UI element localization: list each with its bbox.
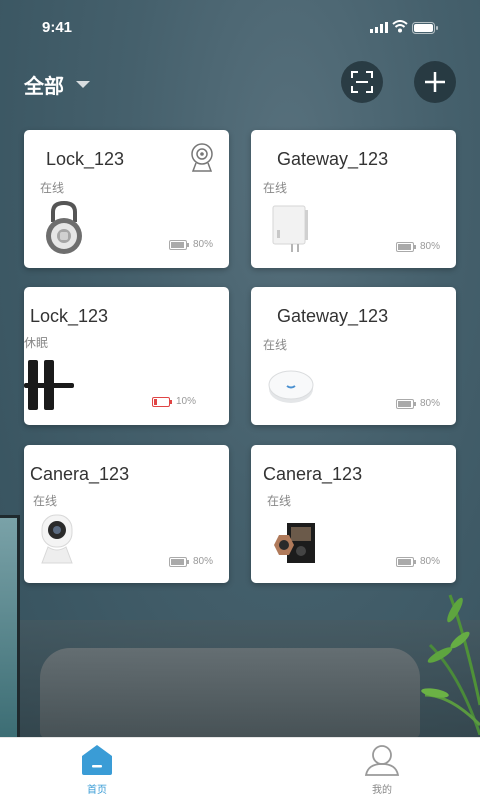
device-card[interactable]: Canera_123 在线 80% <box>24 445 229 583</box>
battery-percent: 80% <box>192 556 213 567</box>
battery-indicator: 80% <box>395 556 440 567</box>
battery-icon <box>395 241 416 252</box>
camera-icon <box>41 514 73 564</box>
device-card[interactable]: Canera_123 在线 80% <box>251 445 456 583</box>
gateway-plug-icon <box>272 205 308 252</box>
add-device-button[interactable] <box>414 61 456 103</box>
device-status: 在线 <box>263 181 288 195</box>
bottom-tab-bar: 首页 我的 <box>0 737 480 800</box>
device-card[interactable]: Gateway_123 在线 80% <box>251 287 456 425</box>
battery-percent: 80% <box>419 556 440 567</box>
battery-indicator: 10% <box>151 396 196 407</box>
filter-label: 全部 <box>24 76 64 98</box>
device-card[interactable]: Lock_123 休眠 10% <box>24 287 229 425</box>
tab-mine[interactable]: 我的 <box>352 744 412 796</box>
device-name: Gateway_123 <box>277 306 389 326</box>
caret-down-icon <box>76 81 90 88</box>
tab-home[interactable]: 首页 <box>67 744 127 796</box>
battery-indicator: 80% <box>395 398 440 409</box>
tab-home-label: 首页 <box>87 785 107 796</box>
scan-icon <box>351 71 373 93</box>
device-name: Lock_123 <box>46 149 125 169</box>
battery-icon <box>168 556 189 567</box>
background-plant <box>421 594 480 735</box>
battery-icon <box>395 556 416 567</box>
device-status: 休眠 <box>24 336 49 350</box>
device-name: Lock_123 <box>30 306 109 326</box>
battery-icon <box>168 239 189 250</box>
scan-button[interactable] <box>341 61 383 103</box>
device-card[interactable]: Lock_123 在线 80% <box>24 130 229 268</box>
battery-percent: 80% <box>419 398 440 409</box>
background-picture-frame <box>0 515 20 741</box>
battery-low-icon <box>151 396 172 407</box>
device-status: 在线 <box>40 181 65 195</box>
home-icon <box>82 745 112 775</box>
device-name: Canera_123 <box>263 464 363 484</box>
webcam-icon <box>191 143 213 172</box>
battery-indicator: 80% <box>168 556 213 567</box>
device-status: 在线 <box>33 494 58 508</box>
battery-percent: 80% <box>419 241 440 252</box>
battery-status-icon <box>412 22 438 34</box>
tab-mine-label: 我的 <box>372 785 392 796</box>
status-bar: 9:41 <box>0 0 480 56</box>
device-status: 在线 <box>267 494 292 508</box>
door-lock-icon <box>24 360 74 410</box>
battery-percent: 80% <box>192 239 213 250</box>
battery-icon <box>395 398 416 409</box>
doorbell-camera-icon <box>274 523 315 563</box>
device-card[interactable]: Gateway_123 在线 80% <box>251 130 456 268</box>
device-name: Canera_123 <box>30 464 130 484</box>
background-sofa <box>40 648 420 738</box>
device-filter-dropdown[interactable]: 全部 <box>24 70 90 99</box>
device-status: 在线 <box>263 338 288 352</box>
user-icon <box>364 745 400 776</box>
cellular-signal-icon <box>370 22 388 33</box>
padlock-icon <box>46 200 82 254</box>
device-name: Gateway_123 <box>277 149 389 169</box>
plus-icon <box>425 72 445 92</box>
gateway-hub-icon <box>268 370 314 403</box>
status-time: 9:41 <box>42 19 73 36</box>
battery-percent: 10% <box>175 396 196 407</box>
battery-indicator: 80% <box>395 241 440 252</box>
battery-indicator: 80% <box>168 239 213 250</box>
wifi-icon <box>392 20 408 33</box>
